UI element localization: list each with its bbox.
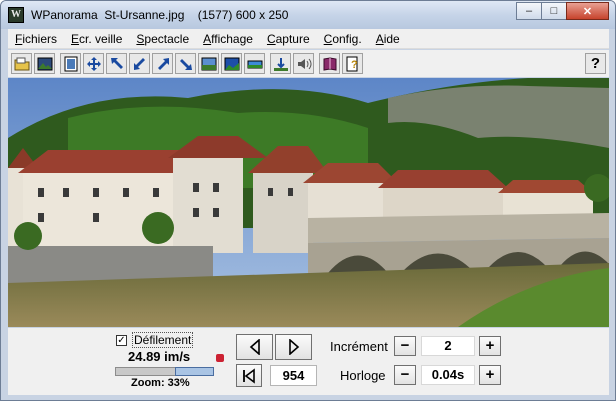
- book-button[interactable]: [319, 53, 340, 74]
- book-icon: [323, 56, 336, 71]
- scroll-left-button[interactable]: [236, 334, 273, 360]
- clock-minus-button[interactable]: −: [394, 365, 416, 385]
- speed-indicator-icon[interactable]: [216, 354, 224, 362]
- ground-button[interactable]: [270, 53, 291, 74]
- app-window: W WPanorama St-Ursanne.jpg (1577) 600 x …: [0, 0, 616, 401]
- open-file-icon: [14, 57, 29, 70]
- landscape-button[interactable]: [221, 53, 242, 74]
- arrow-up-left-icon: [110, 57, 123, 69]
- speed-readout: 24.89 im/s: [128, 349, 191, 364]
- picture-button[interactable]: [34, 53, 55, 74]
- increment-plus-button[interactable]: +: [479, 336, 501, 356]
- picture-frame-icon: [64, 56, 77, 71]
- menu-affichage[interactable]: Affichage: [196, 29, 260, 49]
- picture-icon: [37, 57, 52, 70]
- help-page-icon: ?: [346, 56, 358, 71]
- clock-plus-button[interactable]: +: [479, 365, 501, 385]
- triangle-left-icon: [249, 339, 260, 355]
- scroll-checkbox-label[interactable]: Défilement: [132, 332, 194, 348]
- window-title: WPanorama St-Ursanne.jpg (1577) 600 x 25…: [31, 8, 289, 22]
- arrow-down-left-button[interactable]: [129, 53, 150, 74]
- toolbar: ? ?: [8, 50, 609, 77]
- increment-minus-button[interactable]: −: [394, 336, 416, 356]
- frame-counter: 954: [270, 365, 317, 386]
- ground-icon: [273, 57, 288, 71]
- maximize-button[interactable]: □: [541, 2, 567, 20]
- panorama-strip-icon: [247, 60, 262, 68]
- clock-value[interactable]: 0.04s: [421, 365, 475, 385]
- panorama-strip-button[interactable]: [244, 53, 265, 74]
- arrow-down-right-button[interactable]: [175, 53, 196, 74]
- open-file-button[interactable]: [11, 53, 32, 74]
- app-icon[interactable]: W: [8, 7, 24, 23]
- arrow-up-left-button[interactable]: [106, 53, 127, 74]
- minimize-button[interactable]: –: [516, 2, 542, 20]
- move-all-icon: [86, 56, 101, 71]
- increment-value[interactable]: 2: [421, 336, 475, 356]
- menu-bar: Fichiers Ecr. veille Spectacle Affichage…: [8, 29, 609, 49]
- go-to-start-button[interactable]: [236, 364, 262, 387]
- menu-capture[interactable]: Capture: [260, 29, 317, 49]
- zoom-slider[interactable]: [115, 367, 214, 376]
- zoom-label: Zoom: 33%: [131, 377, 190, 389]
- menu-fichiers[interactable]: Fichiers: [8, 29, 64, 49]
- help-page-button[interactable]: ?: [342, 53, 363, 74]
- scroll-right-button[interactable]: [275, 334, 312, 360]
- picture-frame-button[interactable]: [60, 53, 81, 74]
- arrow-down-right-icon: [179, 58, 192, 70]
- menu-aide[interactable]: Aide: [369, 29, 407, 49]
- arrow-up-right-button[interactable]: [152, 53, 173, 74]
- svg-text:?: ?: [351, 59, 358, 71]
- skip-to-start-icon: [243, 367, 255, 384]
- increment-label: Incrément: [330, 339, 388, 354]
- arrow-up-right-icon: [157, 57, 169, 70]
- menu-config[interactable]: Config.: [317, 29, 369, 49]
- move-all-button[interactable]: [83, 53, 104, 74]
- landscape-icon: [224, 57, 239, 70]
- window-controls: – □ ✕: [516, 2, 609, 20]
- screen-button[interactable]: [198, 53, 219, 74]
- triangle-right-icon: [288, 339, 299, 355]
- clock-label: Horloge: [340, 368, 386, 383]
- help-button[interactable]: ?: [585, 53, 606, 74]
- panorama-scene: [8, 78, 609, 327]
- zoom-slider-thumb[interactable]: [175, 367, 214, 376]
- arrow-down-left-icon: [133, 57, 145, 70]
- sound-button[interactable]: [293, 53, 314, 74]
- close-button[interactable]: ✕: [566, 2, 609, 20]
- title-bar[interactable]: W WPanorama St-Ursanne.jpg (1577) 600 x …: [1, 1, 615, 29]
- control-panel: ✓ Défilement 24.89 im/s Zoom: 33% 954 In…: [8, 328, 609, 395]
- panorama-image[interactable]: [8, 78, 609, 327]
- menu-spectacle[interactable]: Spectacle: [129, 29, 196, 49]
- scroll-checkbox[interactable]: ✓: [116, 335, 127, 346]
- speaker-icon: [297, 58, 311, 69]
- menu-ecran-veille[interactable]: Ecr. veille: [64, 29, 129, 49]
- screen-icon: [201, 57, 216, 70]
